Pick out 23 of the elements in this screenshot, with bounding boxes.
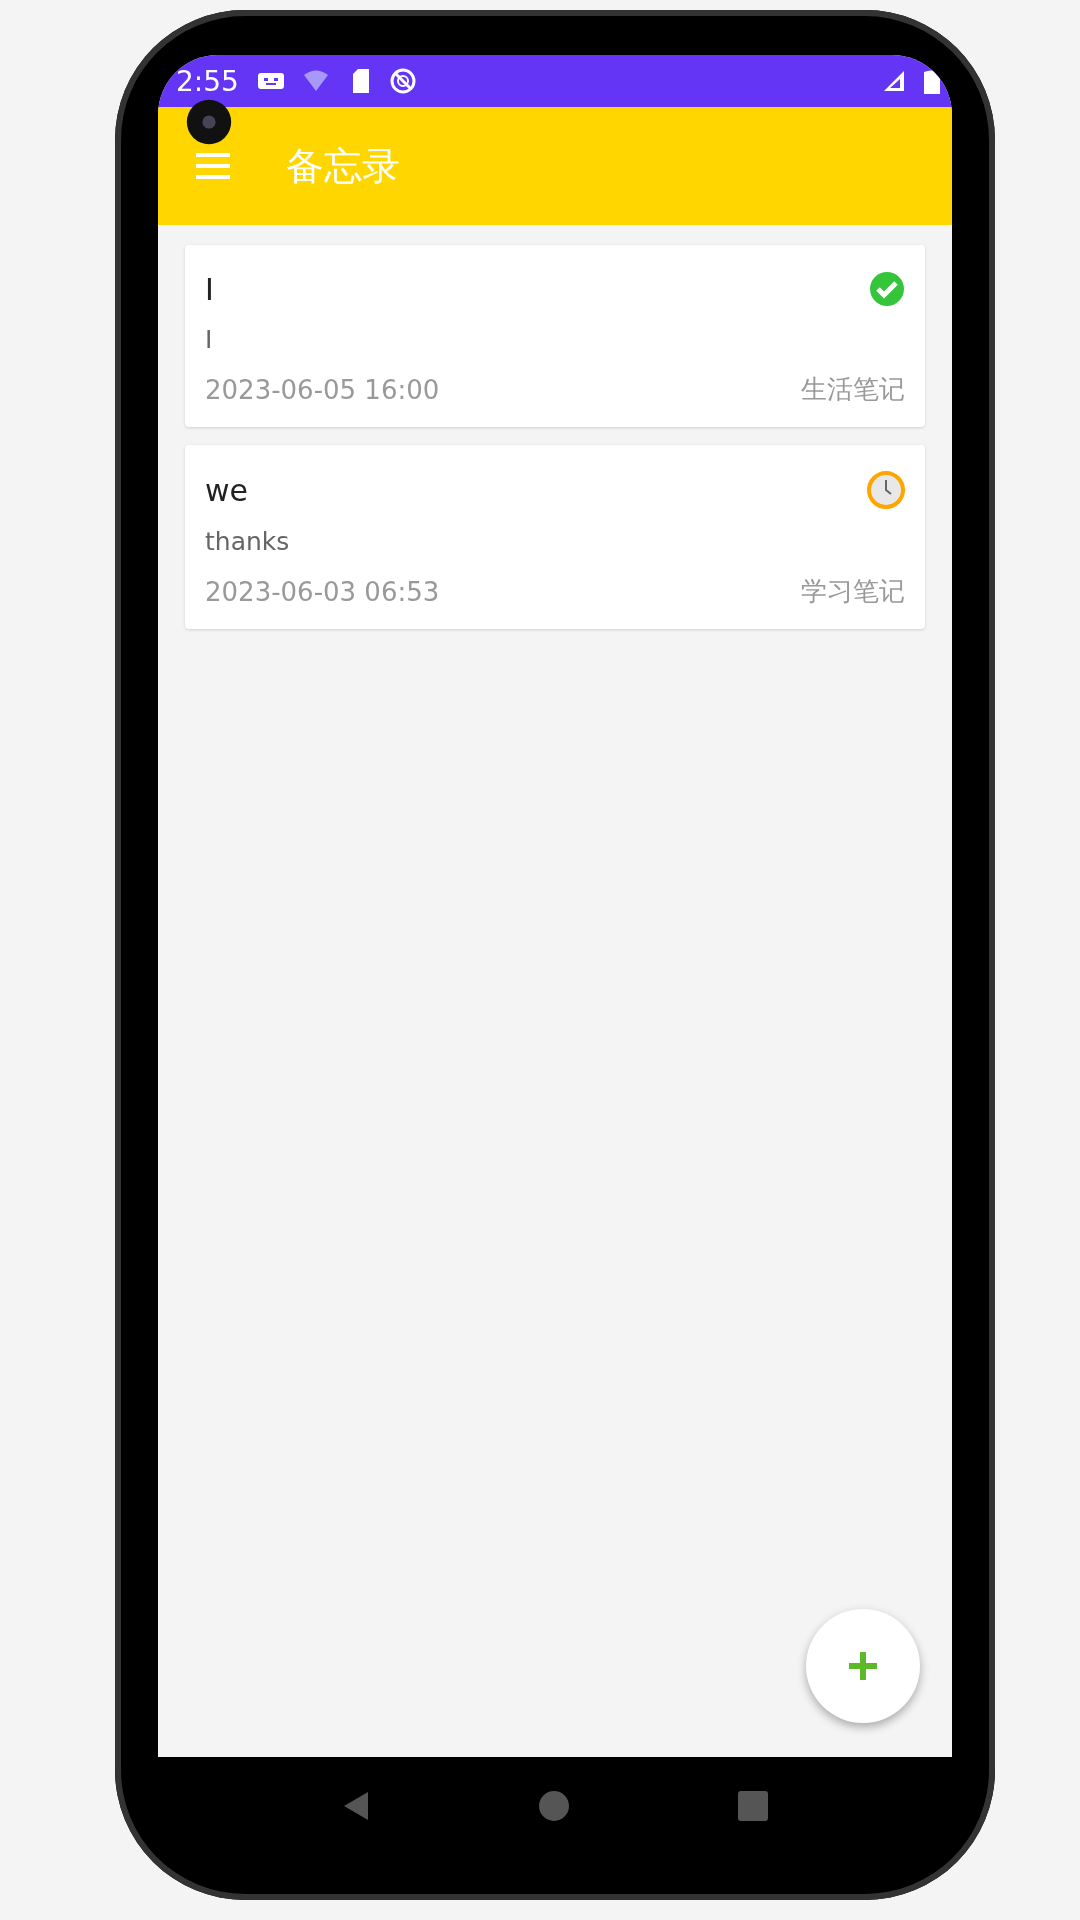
note-body: thanks	[205, 527, 291, 556]
note-date: 2023-06-05 16:00	[205, 374, 440, 405]
note-category: 生活笔记	[801, 373, 905, 406]
note-date: 2023-06-03 06:53	[205, 576, 440, 607]
back-icon[interactable]	[342, 1790, 370, 1822]
app-title: 备忘录	[286, 142, 400, 190]
note-title: we	[205, 472, 248, 508]
battery-icon	[924, 68, 940, 94]
note-title: I	[205, 271, 214, 307]
sim-card-icon	[350, 68, 371, 94]
blocked-icon	[388, 67, 417, 95]
home-icon[interactable]	[538, 1790, 570, 1822]
add-button[interactable]	[806, 1609, 920, 1723]
note-card[interactable]: I I 2023-06-05 16:00 生活笔记	[185, 245, 925, 427]
notification-icon	[256, 71, 285, 91]
note-category: 学习笔记	[801, 575, 905, 608]
note-card[interactable]: we thanks 2023-06-03 06:53 学习笔记	[185, 445, 925, 629]
plus-icon	[849, 1652, 877, 1680]
camera-icon	[186, 99, 232, 145]
note-body: I	[205, 325, 214, 354]
status-time: 2:55	[176, 64, 239, 98]
signal-icon	[882, 69, 906, 93]
menu-icon[interactable]	[196, 153, 230, 179]
